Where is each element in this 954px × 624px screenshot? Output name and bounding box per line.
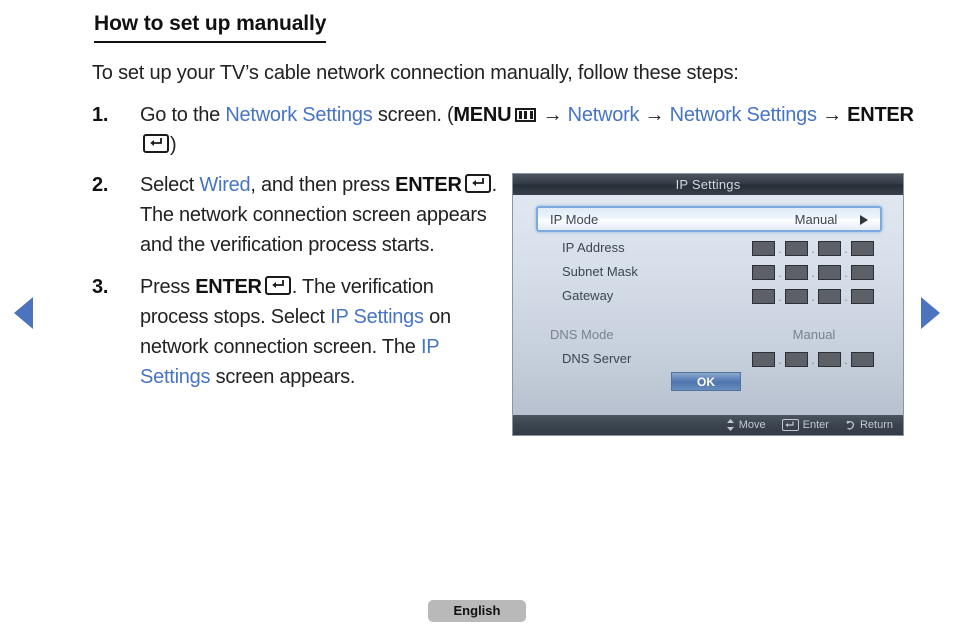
- enter-key-icon: [143, 134, 169, 153]
- hint-label: Enter: [802, 419, 829, 431]
- step-link-network-settings[interactable]: Network Settings: [225, 104, 372, 126]
- ip-quad-input[interactable]: . . .: [752, 286, 874, 306]
- octet-separator: .: [844, 292, 848, 304]
- step-link-wired[interactable]: Wired: [199, 174, 250, 196]
- osd-row-ip-address[interactable]: IP Address . . .: [536, 237, 882, 261]
- step-item-1: 1. Go to the Network Settings screen. (M…: [92, 100, 930, 160]
- step-key-enter-label: ENTER: [395, 174, 462, 196]
- step-text: screen appears.: [210, 366, 356, 388]
- osd-row-dns-mode[interactable]: DNS Mode Manual: [536, 324, 882, 348]
- octet-box[interactable]: [818, 264, 841, 280]
- hint-move: Move: [726, 419, 766, 431]
- octet-box[interactable]: [851, 288, 874, 304]
- osd-hint-bar: Move Enter Return: [513, 415, 903, 435]
- step-key-menu-label: MENU: [453, 104, 512, 126]
- octet-box[interactable]: [785, 351, 808, 367]
- step-text: →: [639, 104, 670, 126]
- page-title: How to set up manually: [94, 12, 326, 43]
- step-key-enter-label: ENTER: [847, 104, 914, 126]
- enter-key-icon: [781, 419, 799, 431]
- step-link-network[interactable]: Network: [568, 104, 640, 126]
- ok-button[interactable]: OK: [671, 372, 741, 391]
- osd-row-label: Gateway: [562, 288, 614, 303]
- octet-separator: .: [778, 355, 782, 367]
- hint-label: Move: [738, 419, 766, 431]
- octet-box[interactable]: [818, 240, 841, 256]
- return-arrow-icon: [845, 420, 856, 431]
- octet-box[interactable]: [752, 264, 775, 280]
- updown-arrow-icon: [726, 419, 735, 431]
- octet-separator: .: [811, 244, 815, 256]
- step-item-2: 2. Select Wired, and then press ENTER. T…: [92, 170, 502, 260]
- hint-return: Return: [845, 419, 893, 431]
- step-text: →: [537, 104, 568, 126]
- enter-key-icon: [264, 276, 291, 295]
- octet-separator: .: [778, 268, 782, 280]
- intro-paragraph: To set up your TV’s cable network connec…: [92, 62, 739, 84]
- osd-row-label: IP Address: [562, 240, 625, 255]
- osd-row-label: IP Mode: [550, 212, 599, 227]
- octet-box[interactable]: [752, 288, 775, 304]
- osd-title: IP Settings: [513, 174, 903, 195]
- octet-box[interactable]: [818, 288, 841, 304]
- step-number: 1.: [92, 104, 109, 126]
- ip-quad-input[interactable]: . . .: [752, 238, 874, 258]
- octet-separator: .: [844, 355, 848, 367]
- enter-key-icon: [464, 174, 491, 193]
- step-text: screen. (: [372, 104, 454, 126]
- osd-row-subnet-mask[interactable]: Subnet Mask . . .: [536, 261, 882, 285]
- octet-separator: .: [811, 268, 815, 280]
- step-text: Go to the: [140, 104, 226, 126]
- octet-box[interactable]: [851, 240, 874, 256]
- osd-row-label: Subnet Mask: [562, 264, 638, 279]
- step-text: →: [816, 104, 848, 126]
- ip-settings-panel: IP Settings IP Mode Manual IP Address . …: [512, 173, 904, 436]
- osd-row-gateway[interactable]: Gateway . . .: [536, 285, 882, 309]
- octet-box[interactable]: [785, 288, 808, 304]
- triangle-left-icon[interactable]: [14, 297, 33, 329]
- step-text: Select: [140, 174, 200, 196]
- osd-row-ip-mode[interactable]: IP Mode Manual: [536, 206, 882, 232]
- octet-box[interactable]: [818, 351, 841, 367]
- osd-body: IP Mode Manual IP Address . . . Subnet M…: [513, 195, 903, 415]
- octet-separator: .: [844, 244, 848, 256]
- step-text: ): [170, 134, 177, 156]
- octet-box[interactable]: [752, 240, 775, 256]
- osd-row-dns-server[interactable]: DNS Server . . .: [536, 348, 882, 372]
- hint-label: Return: [859, 419, 893, 431]
- octet-box[interactable]: [851, 351, 874, 367]
- step-link-network-settings-2[interactable]: Network Settings: [670, 104, 817, 126]
- octet-separator: .: [844, 268, 848, 280]
- step-text: , and then press: [250, 174, 396, 196]
- octet-box[interactable]: [851, 264, 874, 280]
- language-label: English: [428, 600, 526, 622]
- ip-quad-input[interactable]: . . .: [752, 349, 874, 369]
- osd-row-label: DNS Mode: [550, 327, 614, 342]
- octet-separator: .: [811, 292, 815, 304]
- step-number: 3.: [92, 276, 109, 298]
- osd-row-label: DNS Server: [562, 351, 632, 366]
- step-number: 2.: [92, 174, 109, 196]
- step-key-enter-label: ENTER: [195, 276, 262, 298]
- steps-list: 1. Go to the Network Settings screen. (M…: [92, 100, 914, 392]
- step-link-ip-settings[interactable]: IP Settings: [330, 306, 424, 328]
- ip-quad-input[interactable]: . . .: [752, 262, 874, 282]
- octet-box[interactable]: [785, 264, 808, 280]
- octet-box[interactable]: [752, 351, 775, 367]
- octet-separator: .: [811, 355, 815, 367]
- chevron-right-icon[interactable]: [860, 215, 868, 225]
- octet-separator: .: [778, 292, 782, 304]
- step-text: Press: [140, 276, 196, 298]
- triangle-right-icon[interactable]: [921, 297, 940, 329]
- osd-row-value: Manual: [792, 327, 836, 342]
- menu-icon: [515, 108, 537, 122]
- octet-separator: .: [778, 244, 782, 256]
- hint-enter: Enter: [781, 419, 829, 431]
- step-item-3: 3. Press ENTER. The verification process…: [92, 272, 502, 392]
- osd-row-value: Manual: [794, 212, 838, 227]
- octet-box[interactable]: [785, 240, 808, 256]
